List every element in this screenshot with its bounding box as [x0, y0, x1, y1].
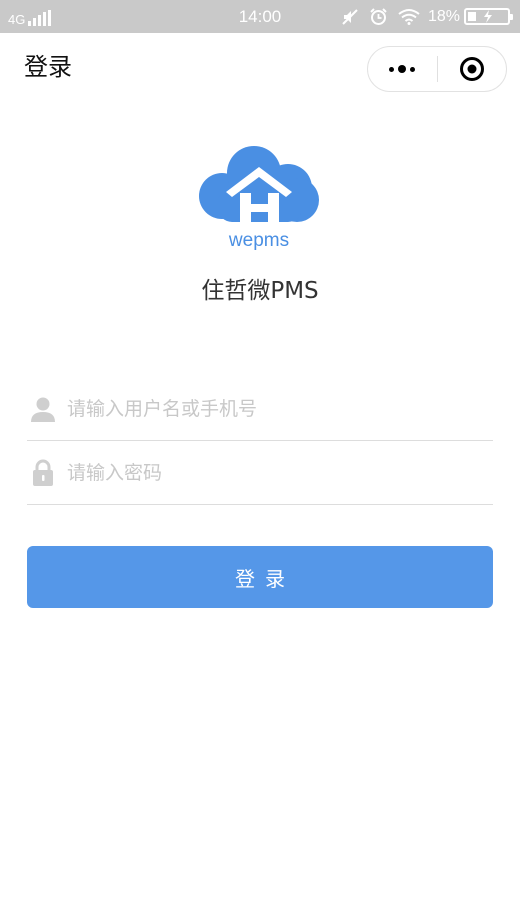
mute-icon: [342, 8, 358, 25]
username-input[interactable]: [67, 388, 493, 429]
username-field: [27, 377, 493, 441]
target-circle-icon: [459, 57, 484, 81]
battery-percent: 18%: [427, 8, 460, 25]
lock-icon: [28, 458, 58, 488]
nav-bar: 登录: [0, 33, 520, 103]
alarm-icon: [370, 8, 387, 25]
status-bar: 4G 14:00 18%: [0, 0, 520, 33]
status-icons: 18%: [331, 6, 513, 27]
logo-text: wepms: [228, 230, 289, 251]
miniprogram-capsule: [367, 46, 507, 92]
app-name: 住哲微PMS: [201, 278, 319, 304]
user-icon: [28, 394, 58, 424]
battery-charging-icon: [464, 8, 513, 25]
app-logo: wepms: [196, 140, 322, 252]
cloud-house-icon: wepms: [199, 146, 319, 251]
more-dots-icon: [387, 65, 417, 73]
more-button[interactable]: [368, 47, 437, 91]
page-title: 登录: [24, 53, 72, 81]
close-button[interactable]: [438, 47, 507, 91]
password-field: [27, 441, 493, 505]
login-button[interactable]: 登录: [27, 546, 493, 608]
password-input[interactable]: [67, 452, 493, 493]
wifi-icon: [398, 9, 420, 25]
